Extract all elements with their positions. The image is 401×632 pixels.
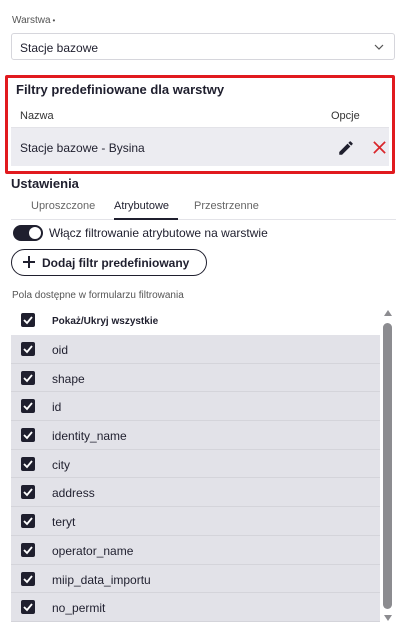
field-label: identity_name [52,429,127,444]
field-label: operator_name [52,543,134,558]
layer-label: Warstwa • [12,15,56,26]
required-mark: • [52,16,56,25]
column-header-name: Nazwa [20,110,54,122]
scroll-up-icon[interactable] [383,309,393,317]
list-item: no_permit [11,593,380,622]
show-hide-all-label: Pokaż/Ukryj wszystkie [52,316,159,327]
field-checkbox[interactable] [21,542,35,557]
list-item: miip_data_importu [11,564,380,594]
list-item: oid [11,335,380,364]
list-item: city [11,449,380,479]
active-tab-indicator [114,218,178,220]
list-item: id [11,392,380,422]
toggle-knob [29,227,41,239]
check-icon [23,402,33,411]
check-icon [23,488,33,497]
field-checkbox[interactable] [21,456,35,471]
fields-list: Pokaż/Ukryj wszystkie oid shape id ident… [11,307,380,627]
predefined-filters-table: Nazwa Opcje Stacje bazowe - Bysina [11,100,389,166]
list-item: identity_name [11,421,380,450]
check-icon [23,517,33,526]
fields-section-label: Pola dostępne w formularzu filtrowania [12,290,184,301]
field-label: oid [52,343,69,357]
plus-icon [23,256,35,268]
attribute-filtering-toggle[interactable] [13,225,43,241]
chevron-down-icon [374,44,384,50]
table-header: Nazwa Opcje [11,100,389,128]
table-row: Stacje bazowe - Bysina [11,128,389,166]
layer-select[interactable]: Stacje bazowe [11,33,395,60]
field-checkbox[interactable] [21,485,35,500]
filter-name: Stacje bazowe - Bysina [20,141,145,155]
add-predefined-filter-label: Dodaj filtr predefiniowany [42,256,190,270]
show-hide-all-checkbox[interactable] [21,313,35,327]
list-item: teryt [11,507,380,536]
field-checkbox[interactable] [21,600,35,615]
field-label: address [52,486,95,501]
field-checkbox[interactable] [21,370,35,385]
field-checkbox[interactable] [21,428,35,443]
close-icon[interactable] [372,140,387,155]
pencil-icon[interactable] [337,139,355,157]
field-label: miip_data_importu [52,572,151,587]
list-item: shape [11,363,380,393]
column-header-options: Opcje [331,110,360,122]
show-hide-all-row: Pokaż/Ukryj wszystkie [11,307,380,335]
field-checkbox[interactable] [21,399,35,414]
fields-scrollbar[interactable] [382,307,394,625]
check-icon [23,374,33,383]
field-label: city [52,457,70,472]
settings-tabs: Uproszczone Atrybutowe Przestrzenne [11,196,396,220]
attribute-filtering-label: Włącz filtrowanie atrybutowe na warstwie [49,226,268,240]
tab-attributes[interactable]: Atrybutowe [114,200,169,212]
check-icon [23,460,33,469]
field-checkbox[interactable] [21,342,35,356]
field-checkbox[interactable] [21,514,35,529]
check-icon [23,574,33,583]
check-icon [23,431,33,440]
scrollbar-thumb[interactable] [383,323,392,609]
tab-simplified[interactable]: Uproszczone [31,200,95,212]
field-label: id [52,400,62,415]
check-icon [23,316,33,325]
layer-select-value: Stacje bazowe [20,41,99,55]
check-icon [23,546,33,555]
tab-spatial[interactable]: Przestrzenne [194,200,259,212]
settings-title: Ustawienia [11,176,79,191]
predefined-filters-title: Filtry predefiniowane dla warstwy [16,82,225,97]
list-item: address [11,478,380,508]
add-predefined-filter-button[interactable]: Dodaj filtr predefiniowany [11,249,207,276]
field-label: teryt [52,515,76,530]
field-label: no_permit [52,601,106,616]
field-label: shape [52,371,85,386]
check-icon [23,345,33,354]
predefined-filters-panel: Filtry predefiniowane dla warstwy Nazwa … [5,75,395,174]
field-checkbox[interactable] [21,571,35,586]
list-item: operator_name [11,535,380,565]
scroll-down-icon[interactable] [383,614,393,622]
check-icon [23,603,33,612]
